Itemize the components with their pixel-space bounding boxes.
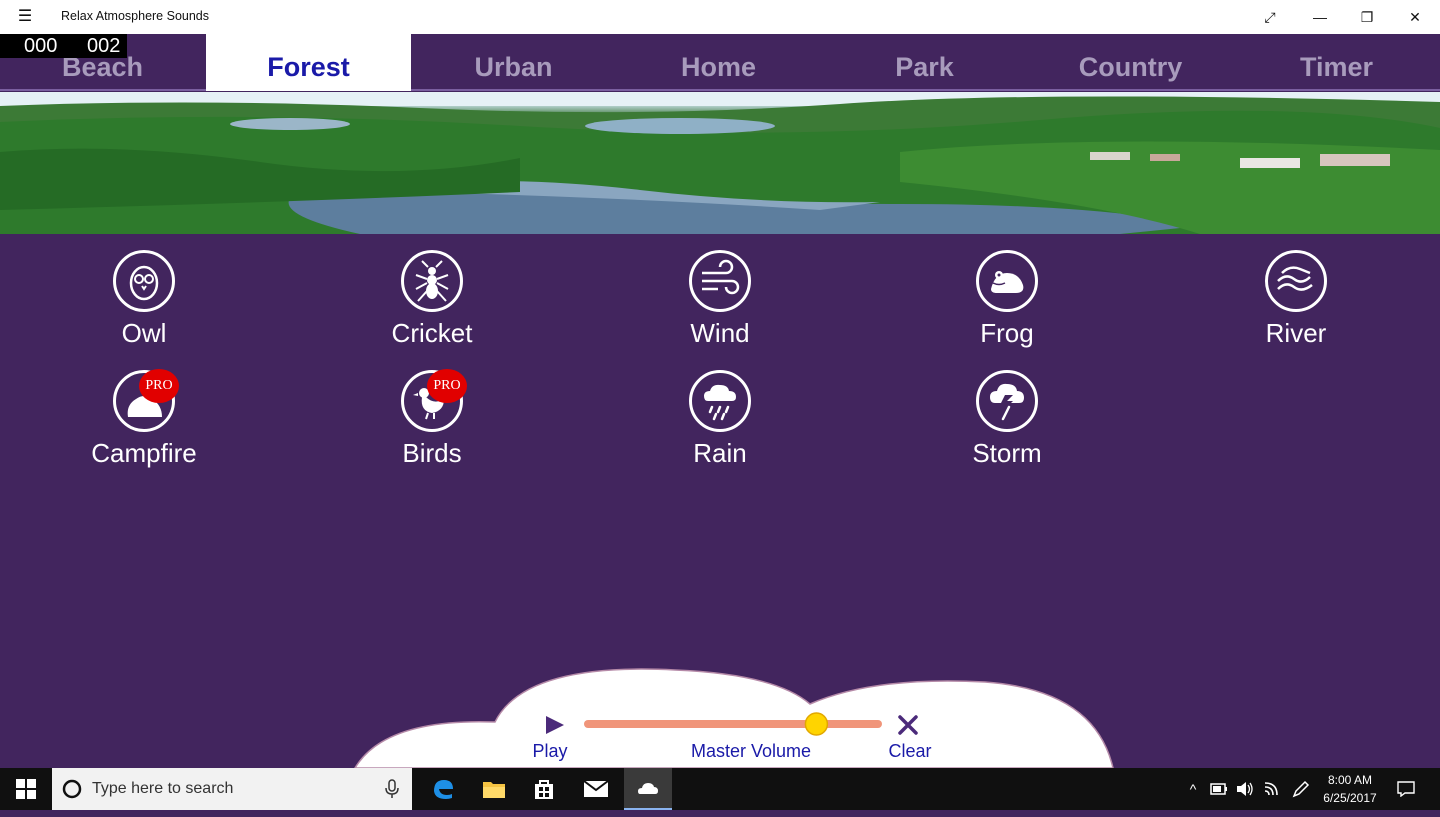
play-icon[interactable] [544, 712, 566, 738]
sound-storm[interactable]: Storm [907, 370, 1107, 480]
pen-icon[interactable] [1290, 768, 1312, 810]
wifi-icon[interactable] [1261, 768, 1283, 810]
restore-button[interactable]: ❐ [1344, 0, 1390, 34]
clock-date: 6/25/2017 [1323, 791, 1377, 805]
pro-badge: PRO [427, 369, 467, 403]
close-button[interactable]: ✕ [1392, 0, 1438, 34]
clear-icon[interactable] [897, 712, 919, 738]
wind-icon [689, 250, 751, 312]
sound-birds[interactable]: PRO Birds [332, 369, 532, 480]
owl-icon [113, 250, 175, 312]
sound-label: Owl [121, 318, 167, 348]
windows-taskbar: Type here to search ^ 8:00 AM 6/25/2017 [0, 768, 1440, 810]
cortana-circle-icon [62, 779, 82, 799]
hamburger-menu-icon[interactable]: ☰ [14, 6, 36, 28]
battery-icon[interactable] [1208, 768, 1230, 810]
cricket-icon [401, 250, 463, 312]
sound-label: Cricket [391, 318, 473, 348]
fullscreen-button[interactable]: ⤢ [1247, 0, 1293, 34]
sound-cricket[interactable]: Cricket [332, 250, 532, 360]
sound-label: Birds [402, 438, 462, 468]
sound-label: River [1265, 318, 1327, 348]
taskbar-search-box[interactable]: Type here to search [52, 768, 412, 810]
clear-button[interactable]: Clear [875, 741, 945, 762]
microphone-icon[interactable] [384, 779, 400, 799]
rain-icon [689, 370, 751, 432]
sound-label: Frog [980, 318, 1034, 348]
windows-start-icon[interactable] [0, 768, 52, 810]
store-icon[interactable] [522, 768, 566, 810]
counter-overlay: 000 002 [0, 34, 127, 58]
sound-rain[interactable]: Rain [620, 370, 820, 480]
counter-left: 000 [24, 35, 58, 57]
volume-thumb[interactable] [804, 712, 829, 736]
tab-home[interactable]: Home [616, 34, 821, 91]
title-bar: ☰ Relax Atmosphere Sounds ⤢ — ❐ ✕ [0, 0, 1440, 34]
notifications-icon[interactable] [1394, 768, 1418, 810]
app-title: Relax Atmosphere Sounds [61, 9, 210, 23]
pro-badge: PRO [139, 369, 179, 403]
category-tabs: Beach Forest Urban Home Park Country Tim… [0, 34, 1440, 91]
clock[interactable]: 8:00 AM 6/25/2017 [1318, 771, 1382, 807]
clock-time: 8:00 AM [1327, 773, 1373, 787]
master-volume-label: Master Volume [690, 741, 812, 761]
sound-label: Wind [690, 318, 750, 348]
master-volume-slider[interactable] [582, 710, 886, 740]
frog-icon [976, 250, 1038, 312]
chevron-up-icon[interactable]: ^ [1183, 768, 1203, 810]
sound-label: Storm [972, 438, 1042, 468]
relax-app-taskbar-icon[interactable] [624, 768, 672, 810]
storm-icon [976, 370, 1038, 432]
volume-icon[interactable] [1234, 768, 1256, 810]
sound-river[interactable]: River [1196, 250, 1396, 360]
sound-owl[interactable]: Owl [44, 250, 244, 360]
mail-icon[interactable] [574, 768, 618, 810]
counter-right: 002 [87, 35, 121, 57]
sound-frog[interactable]: Frog [907, 250, 1107, 360]
sound-wind[interactable]: Wind [620, 250, 820, 360]
file-explorer-icon[interactable] [472, 768, 516, 810]
tab-urban[interactable]: Urban [411, 34, 616, 91]
forest-banner-image [0, 92, 1440, 234]
edge-browser-icon[interactable] [422, 768, 464, 810]
tab-forest[interactable]: Forest [206, 34, 411, 91]
sound-label: Campfire [91, 438, 197, 468]
tab-park[interactable]: Park [822, 34, 1027, 91]
tab-timer[interactable]: Timer [1234, 34, 1439, 91]
sound-campfire[interactable]: PRO Campfire [44, 369, 244, 480]
minimize-button[interactable]: — [1297, 0, 1343, 34]
sound-label: Rain [693, 438, 747, 468]
play-button[interactable]: Play [515, 741, 585, 762]
volume-track [584, 720, 882, 728]
tab-country[interactable]: Country [1028, 34, 1233, 91]
search-placeholder: Type here to search [92, 780, 234, 797]
river-icon [1265, 250, 1327, 312]
